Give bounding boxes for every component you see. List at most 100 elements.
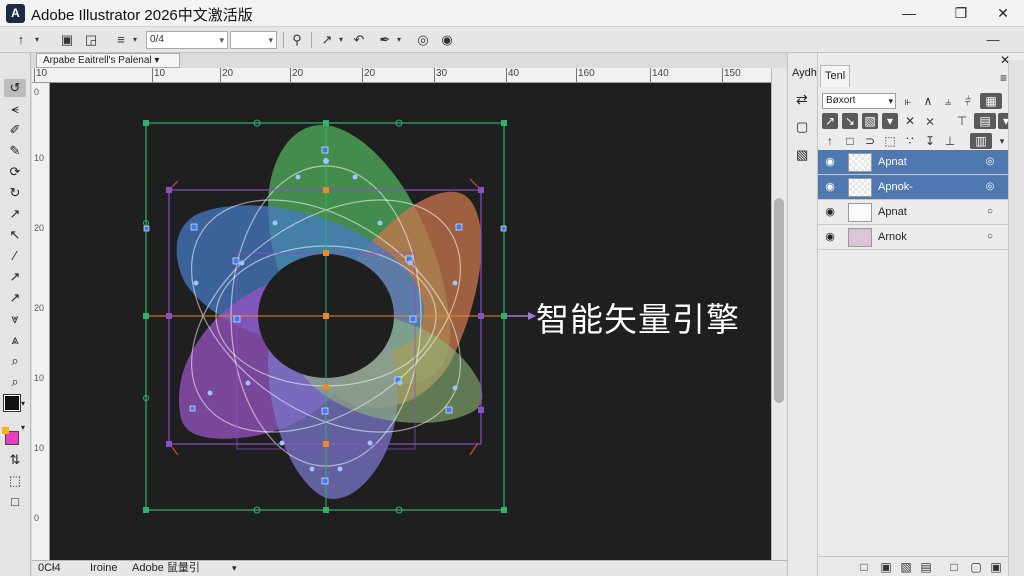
handle[interactable] [501, 120, 507, 126]
swap-colors-icon[interactable]: ⇅ [4, 451, 26, 469]
transform-icon[interactable]: ⇄ [796, 91, 808, 108]
selection-tool-icon[interactable]: ↺ [4, 79, 26, 97]
handle[interactable] [323, 120, 329, 126]
restore-icon[interactable]: ❐ [938, 0, 984, 26]
export-icon[interactable]: ◲ [82, 31, 100, 49]
layers-tab[interactable]: Tenl [820, 65, 851, 87]
rotate-tool-icon[interactable]: ⟳ [4, 163, 26, 181]
chevron-down-icon[interactable]: ▾ [130, 31, 140, 49]
layer-row[interactable]: ◉ Apnok- ◎ [818, 175, 1008, 200]
target-icon[interactable]: ◎ [984, 156, 996, 168]
layer-row[interactable]: ◉ Arnok ○ [818, 225, 1008, 250]
grid-icon[interactable]: ▦ [980, 93, 1002, 109]
library-icon[interactable]: ▧ [796, 147, 808, 163]
pin-icon[interactable]: ⊥ [942, 133, 958, 149]
handle[interactable] [323, 250, 329, 256]
layer-row[interactable]: ◉ Apnat ◎ [818, 150, 1008, 175]
chevron-down-icon[interactable]: ▾ [394, 31, 404, 49]
pen-icon[interactable]: ↗ [318, 31, 336, 49]
trash-icon[interactable]: □ [856, 559, 872, 575]
page-icon[interactable]: □ [946, 559, 962, 575]
new-layer-icon[interactable]: ▤ [918, 559, 934, 575]
align-left-icon[interactable]: ⫦ [900, 93, 916, 109]
handle[interactable] [478, 187, 484, 193]
eye-icon[interactable]: ◉ [823, 230, 837, 244]
document-tab[interactable]: Arpabe Eaitrell's Palenal ▾ [36, 53, 180, 68]
stroke-field[interactable]: 0/4 ▾ [146, 31, 228, 49]
chevron-down-icon[interactable]: ▾ [232, 561, 237, 576]
shape-builder-icon[interactable]: ↻ [4, 184, 26, 202]
anchor-point[interactable] [189, 405, 196, 412]
handle[interactable] [166, 441, 172, 447]
anchor-icon[interactable]: ↧ [922, 133, 938, 149]
handle[interactable] [166, 313, 172, 319]
eye-icon[interactable]: ◉ [823, 180, 837, 194]
sort-dropdown[interactable]: Bøxort ▾ [822, 93, 896, 109]
layer-icon[interactable]: ▣ [58, 31, 76, 49]
chevron-down-icon[interactable]: ▾ [336, 31, 346, 49]
lasso-icon[interactable]: ↶ [350, 31, 368, 49]
direct-select-icon[interactable]: ⪪ [4, 100, 26, 118]
zoom-out-icon[interactable]: ⌕ [4, 373, 26, 391]
merge-layers-icon[interactable]: ▢ [968, 559, 984, 575]
handle[interactable] [143, 120, 149, 126]
second-field[interactable]: ▾ [230, 31, 277, 49]
crop-tool-icon[interactable]: ⬚ [4, 472, 26, 490]
artboard-icon[interactable]: ▢ [796, 119, 808, 135]
anchor-point[interactable] [232, 257, 240, 265]
eye-icon[interactable]: ◉ [823, 155, 837, 169]
node-icon[interactable]: ↘ [842, 113, 858, 129]
align-icon[interactable]: ≡ [112, 31, 130, 49]
cross-icon[interactable]: ✕ [902, 113, 918, 129]
copy-icon[interactable]: □ [842, 133, 858, 149]
handle[interactable] [166, 187, 172, 193]
merge-icon[interactable]: ⨯ [922, 113, 938, 129]
selection-arrow-icon[interactable]: ↑ [12, 31, 30, 49]
anchor-point[interactable] [500, 225, 507, 232]
pen-tool-icon[interactable]: ✐ [4, 121, 26, 139]
layers-scrollbar[interactable] [1008, 60, 1024, 576]
panel-menu-icon[interactable]: ≡ [1000, 71, 1007, 85]
top-align-icon[interactable]: ⊤ [954, 113, 970, 129]
handle[interactable] [478, 407, 484, 413]
anchor-point[interactable] [321, 146, 329, 154]
handle[interactable] [323, 384, 329, 390]
zoom-tool-icon[interactable]: ⌕ [4, 352, 26, 370]
fill-swatch[interactable] [3, 394, 21, 412]
handle[interactable] [501, 507, 507, 513]
anchor-point[interactable] [321, 407, 329, 415]
anchor-tool-icon[interactable]: ↖ [4, 226, 26, 244]
globe-icon[interactable]: ◎ [414, 31, 432, 49]
anchor-point[interactable] [143, 225, 150, 232]
columns-icon[interactable]: ▥ [970, 133, 992, 149]
panel-strip-tab[interactable]: Aydh [792, 67, 817, 79]
curvature-tool-icon[interactable]: ↗ [4, 268, 26, 286]
chevron-down-icon[interactable]: ▾ [21, 423, 25, 432]
zoom-level[interactable]: 0Cł4 [38, 561, 61, 576]
handle[interactable] [478, 313, 484, 319]
handle[interactable] [501, 313, 507, 319]
line-tool-icon[interactable]: ∕ [4, 247, 26, 265]
handle[interactable] [323, 441, 329, 447]
handle[interactable] [143, 507, 149, 513]
scrollbar-thumb[interactable] [774, 198, 784, 403]
handle[interactable] [143, 313, 149, 319]
anchor-point[interactable] [409, 315, 417, 323]
scale-tool-icon[interactable]: ⩔ [4, 310, 26, 328]
search-icon[interactable]: ⚲ [288, 31, 306, 49]
layer-row[interactable]: ◉ Apnat ○ [818, 200, 1008, 225]
align-right-icon[interactable]: ⫨ [940, 93, 956, 109]
arrow-icon[interactable]: ↑ [822, 133, 838, 149]
target-icon[interactable]: ◎ [984, 181, 996, 193]
distribute-icon[interactable]: ⫩ [960, 93, 976, 109]
settings-icon[interactable]: ◉ [438, 31, 456, 49]
layout-icon[interactable]: ▤ [974, 113, 996, 129]
artboard-tool-icon[interactable]: □ [4, 493, 26, 511]
warp-icon[interactable]: ∵ [902, 133, 918, 149]
target-icon[interactable]: ○ [984, 231, 996, 243]
artboard-canvas[interactable]: 智能矢量引擎 [50, 83, 771, 560]
chevron-down-icon[interactable]: ▾ [882, 113, 898, 129]
chevron-down-icon[interactable]: ▾ [32, 31, 42, 49]
collapse-icon[interactable]: — [984, 31, 1002, 49]
handle[interactable] [323, 187, 329, 193]
